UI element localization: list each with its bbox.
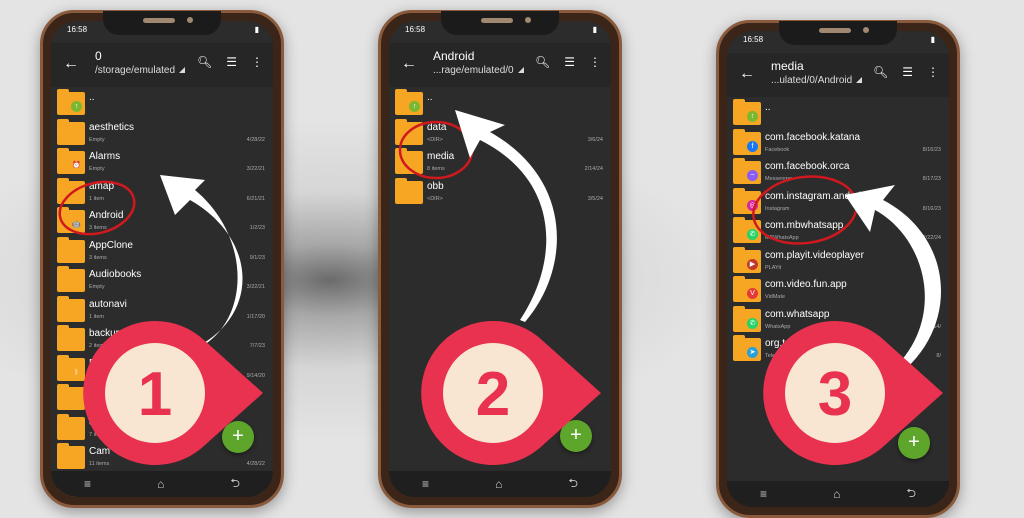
highlight-circle: [752, 175, 858, 245]
step-number: 3: [818, 360, 852, 429]
step-number: 1: [138, 360, 172, 429]
highlight-circle: [398, 120, 474, 180]
arrow-2: [455, 110, 557, 322]
annotation-overlay: 1 2 3: [58, 110, 943, 465]
step-badge-1: 1: [83, 320, 263, 465]
step-number: 2: [476, 360, 510, 429]
step-badge-2: 2: [421, 320, 601, 465]
highlight-circle: [58, 180, 136, 236]
